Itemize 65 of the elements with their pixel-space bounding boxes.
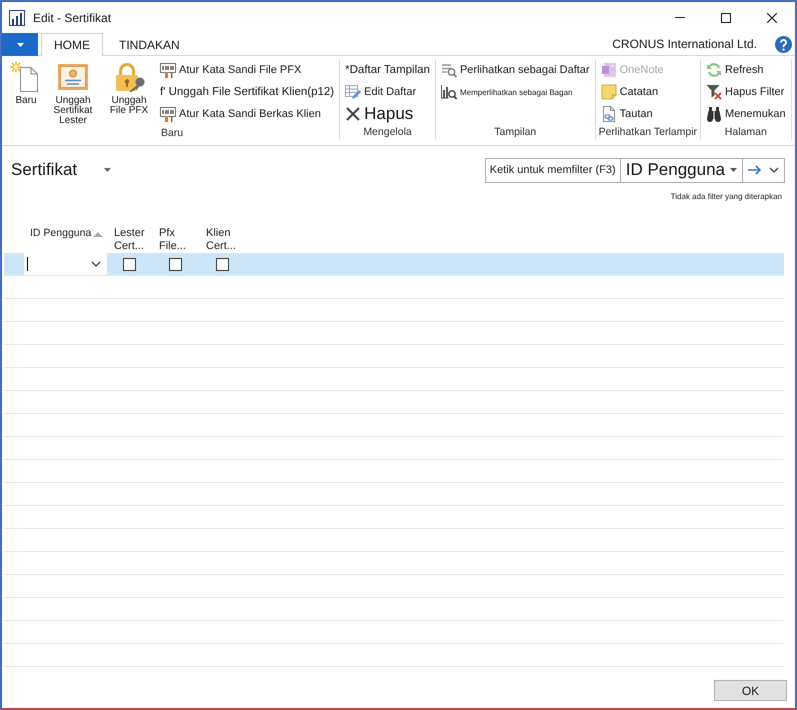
ribbon-button[interactable]: Atur Kata Sandi File PFX (158, 59, 336, 81)
notebook-icon (600, 62, 617, 78)
apply-filter-button[interactable] (742, 158, 767, 182)
ribbon-tab[interactable]: TINDAKAN (106, 33, 193, 56)
binoculars-icon (706, 106, 722, 122)
ribbon-button[interactable]: Memperlihatkan sebagai Bagan (438, 81, 592, 103)
ribbon-button[interactable]: Baru (8, 59, 44, 126)
note-icon (600, 84, 617, 100)
password-field-icon (160, 106, 176, 122)
minimize-icon (675, 17, 685, 18)
x-mark-icon (345, 106, 362, 122)
column-header[interactable]: Pfx File... (152, 222, 199, 253)
column-header[interactable]: Klien Cert... (199, 222, 245, 253)
ribbon-button[interactable]: Atur Kata Sandi Berkas Klien (158, 103, 336, 125)
funnel-cross-icon (706, 84, 722, 100)
close-icon (767, 12, 777, 22)
filter-status: Tidak ada filter yang diterapkan (670, 192, 782, 201)
ribbon-button[interactable]: Refresh (704, 59, 788, 81)
group-label: Perlihatkan Terlampir (598, 125, 698, 140)
caret-icon (730, 168, 737, 172)
ribbon-button[interactable]: Catatan (598, 81, 666, 103)
ribbon-button[interactable]: Unggah Sertifikat Lester (46, 59, 100, 126)
group-label: Halaman (724, 125, 768, 140)
arrow-right-icon (747, 164, 763, 176)
group-label: Tampilan (493, 125, 538, 140)
window-title: Edit - Sertifikat (33, 10, 112, 24)
collapse-button[interactable] (767, 158, 785, 182)
ribbon-tab[interactable]: HOME (41, 33, 103, 56)
ribbon-button[interactable]: f' Unggah File Sertifikat Klien(p12) (158, 81, 336, 103)
chevron-down-icon[interactable] (91, 261, 101, 267)
padlock-key-icon (113, 61, 145, 93)
maximize-icon (721, 12, 731, 22)
list-magnifier-icon (440, 62, 457, 78)
ribbon-button[interactable]: Hapus Filter (704, 81, 788, 103)
checkbox[interactable] (216, 258, 228, 270)
caret-icon (16, 42, 24, 46)
help-icon[interactable] (775, 36, 792, 52)
bar-chart-icon (9, 10, 25, 26)
dialog-button[interactable]: OK (714, 680, 787, 701)
lookup-field[interactable] (24, 253, 107, 275)
ribbon-button[interactable]: Menemukan (704, 103, 788, 125)
column-header[interactable]: Lester Cert... (107, 222, 152, 253)
caret-icon[interactable] (104, 168, 112, 172)
password-field-icon (160, 62, 176, 78)
document-link-icon (600, 106, 617, 122)
ribbon-button[interactable]: Hapus (343, 103, 432, 125)
field-selector[interactable]: ID Pengguna (620, 158, 742, 182)
checkbox[interactable] (123, 258, 136, 270)
ribbon-button[interactable]: Perlihatkan sebagai Daftar (438, 59, 592, 81)
filter-field[interactable]: Ketik untuk memfilter (F3) (484, 158, 621, 182)
table-pencil-icon (345, 84, 362, 100)
chevron-down-icon (769, 167, 779, 173)
ribbon-button[interactable]: Tautan (598, 103, 666, 125)
ribbon-button[interactable]: Unggah File PFX (102, 59, 156, 126)
checkbox[interactable] (169, 258, 182, 270)
group-label: Mengelola (362, 125, 413, 140)
ribbon-button[interactable]: *Daftar Tampilan (343, 59, 432, 81)
chart-magnifier-icon (440, 84, 457, 100)
page-title: Sertifikat (11, 160, 78, 180)
column-header[interactable]: ID Pengguna (24, 222, 107, 253)
certificate-icon (57, 61, 89, 93)
company-name: CRONUS International Ltd. (612, 37, 757, 51)
ribbon-button[interactable]: Edit Daftar (343, 81, 432, 103)
group-label: Baru (160, 126, 184, 141)
refresh-icon (706, 62, 722, 78)
